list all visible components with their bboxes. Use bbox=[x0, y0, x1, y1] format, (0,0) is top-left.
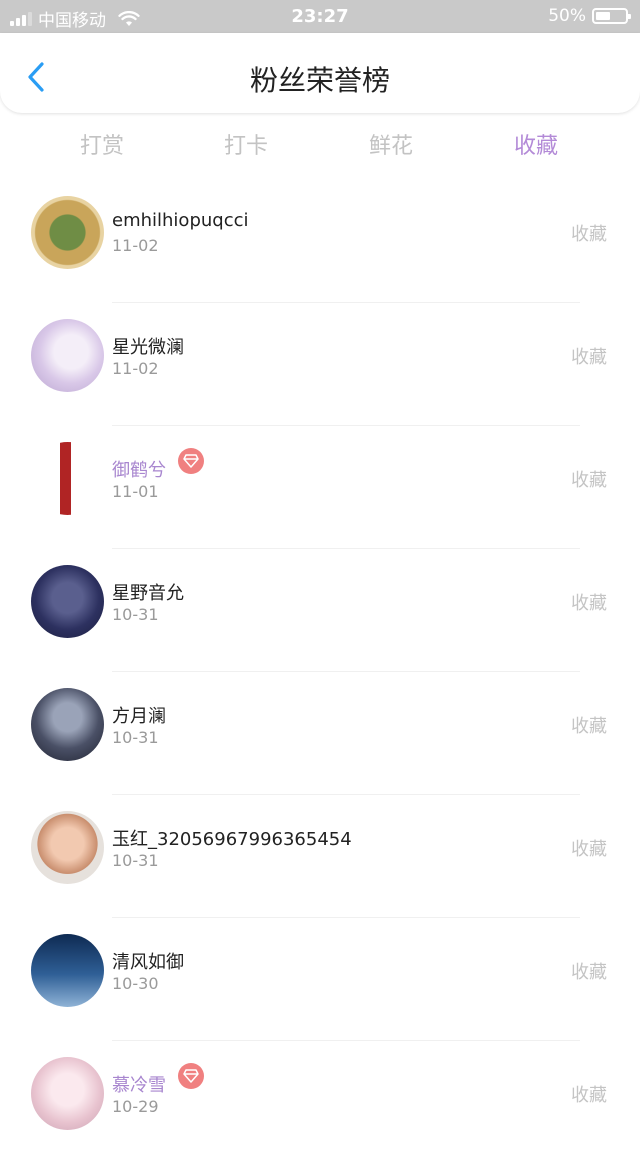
fan-name: emhilhiopuqcci bbox=[112, 210, 249, 231]
status-time: 23:27 bbox=[291, 6, 349, 27]
avatar bbox=[31, 319, 104, 392]
fan-name: 御鹤兮 bbox=[112, 460, 166, 481]
list-item[interactable]: 玉红_32056967996365454 10-31 收藏 bbox=[0, 805, 640, 928]
fan-name: 方月澜 bbox=[112, 706, 166, 727]
avatar bbox=[31, 565, 104, 638]
fan-name: 星野音允 bbox=[112, 583, 184, 604]
fan-date: 10-30 bbox=[112, 974, 159, 993]
tab-flowers[interactable]: 鲜花 bbox=[369, 128, 413, 160]
fan-date: 10-29 bbox=[112, 1097, 159, 1116]
avatar bbox=[31, 811, 104, 884]
divider bbox=[112, 425, 580, 426]
fan-date: 10-31 bbox=[112, 728, 159, 747]
list-item[interactable]: 清风如御 10-30 收藏 bbox=[0, 928, 640, 1051]
divider bbox=[112, 548, 580, 549]
favorite-action[interactable]: 收藏 bbox=[571, 589, 607, 615]
fan-date: 10-31 bbox=[112, 605, 159, 624]
divider bbox=[112, 671, 580, 672]
tab-reward[interactable]: 打赏 bbox=[80, 128, 124, 160]
list-item[interactable]: 星光微澜 11-02 收藏 bbox=[0, 313, 640, 436]
list-item[interactable]: 方月澜 10-31 收藏 bbox=[0, 682, 640, 805]
avatar bbox=[31, 196, 104, 269]
favorite-action[interactable]: 收藏 bbox=[571, 220, 607, 246]
battery-percent: 50% bbox=[548, 6, 586, 26]
fan-name: 玉红_32056967996365454 bbox=[112, 829, 352, 850]
avatar bbox=[31, 1057, 104, 1130]
status-bar: 中国移动 23:27 50% bbox=[0, 0, 640, 33]
tab-bar: 打赏 打卡 鲜花 收藏 bbox=[0, 118, 640, 166]
divider bbox=[112, 794, 580, 795]
tab-checkin[interactable]: 打卡 bbox=[224, 128, 268, 160]
divider bbox=[112, 1040, 580, 1041]
list-item[interactable]: emhilhiopuqcci 11-02 收藏 bbox=[0, 190, 640, 313]
favorite-action[interactable]: 收藏 bbox=[571, 343, 607, 369]
divider bbox=[112, 302, 580, 303]
favorite-action[interactable]: 收藏 bbox=[571, 712, 607, 738]
fan-date: 10-31 bbox=[112, 851, 159, 870]
page-title: 粉丝荣誉榜 bbox=[249, 64, 390, 97]
vip-diamond-icon bbox=[178, 448, 204, 474]
fan-date: 11-01 bbox=[112, 482, 159, 501]
avatar bbox=[31, 442, 104, 515]
avatar bbox=[31, 688, 104, 761]
favorite-action[interactable]: 收藏 bbox=[571, 1081, 607, 1107]
avatar bbox=[31, 934, 104, 1007]
fan-name: 慕冷雪 bbox=[112, 1075, 166, 1096]
fan-date: 11-02 bbox=[112, 359, 159, 378]
favorite-action[interactable]: 收藏 bbox=[571, 835, 607, 861]
favorite-action[interactable]: 收藏 bbox=[571, 958, 607, 984]
fan-date: 11-02 bbox=[112, 236, 159, 255]
vip-diamond-icon bbox=[178, 1063, 204, 1089]
list-item[interactable]: 御鹤兮 11-01 收藏 bbox=[0, 436, 640, 559]
battery-icon bbox=[592, 8, 631, 24]
favorite-action[interactable]: 收藏 bbox=[571, 466, 607, 492]
status-right: 50% bbox=[548, 6, 631, 26]
nav-bar: 粉丝荣誉榜 bbox=[0, 33, 640, 113]
fan-name: 星光微澜 bbox=[112, 337, 184, 358]
list-item[interactable]: 星野音允 10-31 收藏 bbox=[0, 559, 640, 682]
divider bbox=[112, 917, 580, 918]
tab-favorites[interactable]: 收藏 bbox=[514, 128, 558, 160]
fan-name: 清风如御 bbox=[112, 952, 184, 973]
list-item[interactable]: 慕冷雪 10-29 收藏 bbox=[0, 1051, 640, 1174]
